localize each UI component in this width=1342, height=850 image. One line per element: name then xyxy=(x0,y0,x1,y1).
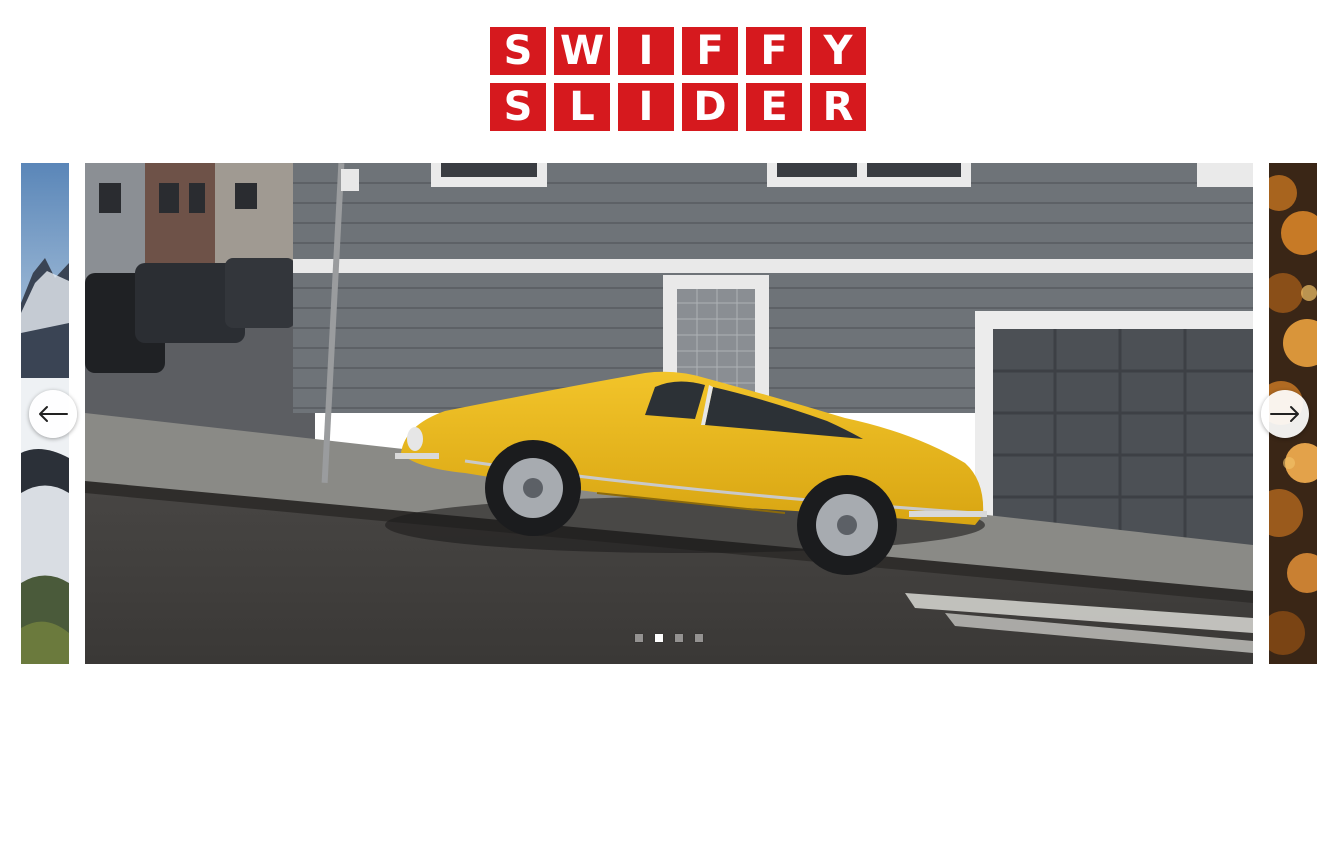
logo-letter: Y xyxy=(810,27,866,75)
logo-letter: S xyxy=(490,83,546,131)
slide-indicator-4[interactable] xyxy=(695,634,703,642)
previous-slide-button[interactable] xyxy=(29,390,77,438)
logo-letter: I xyxy=(618,27,674,75)
slide-indicator-3[interactable] xyxy=(675,634,683,642)
slide-active[interactable] xyxy=(85,163,1253,664)
yellow-car-photo xyxy=(85,163,1253,664)
logo-letter: D xyxy=(682,83,738,131)
slide-indicators xyxy=(635,634,703,642)
image-slider[interactable] xyxy=(0,163,1342,664)
logo-row-swiffy: S W I F F Y xyxy=(490,27,871,75)
logo-letter: E xyxy=(746,83,802,131)
swiffy-slider-logo: S W I F F Y S L I D E R xyxy=(490,27,870,131)
logo-letter: S xyxy=(490,27,546,75)
logo-letter: F xyxy=(682,27,738,75)
logo-row-slider: S L I D E R xyxy=(490,83,871,131)
logo-letter: W xyxy=(554,27,610,75)
logo-letter: L xyxy=(554,83,610,131)
slide-indicator-1[interactable] xyxy=(635,634,643,642)
logo-letter: R xyxy=(810,83,866,131)
logo-letter: F xyxy=(746,27,802,75)
next-slide-button[interactable] xyxy=(1261,390,1309,438)
logo-letter: I xyxy=(618,83,674,131)
arrow-left-icon xyxy=(39,406,68,422)
slide-indicator-2[interactable] xyxy=(655,634,663,642)
arrow-right-icon xyxy=(1270,406,1299,422)
